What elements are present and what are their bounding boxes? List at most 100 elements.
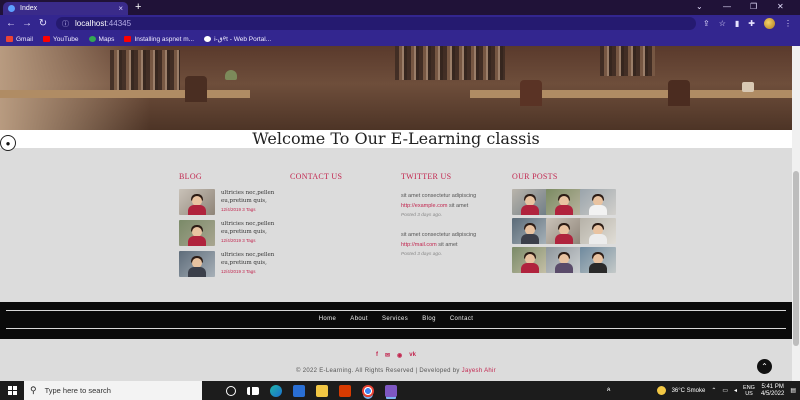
share-icon[interactable]: ⇪ xyxy=(703,17,710,30)
blog-item-tags[interactable]: 3 Tags xyxy=(242,269,255,274)
tweet-link[interactable]: http://mail.com xyxy=(401,242,437,248)
facebook-icon[interactable]: f xyxy=(376,352,378,359)
blog-item-title: ultricies nec,pellen eu,pretium quis, xyxy=(221,252,275,266)
blog-item[interactable]: ultricies nec,pellen eu,pretium quis, 12… xyxy=(179,220,281,246)
browser-tab-index[interactable]: Index × xyxy=(3,2,128,15)
volume-icon[interactable]: ◂ xyxy=(734,387,737,394)
sidebar-icon[interactable]: ▮ xyxy=(735,17,739,30)
chrome-icon[interactable] xyxy=(362,384,374,397)
chevron-up-icon[interactable]: ⌃ xyxy=(711,387,716,394)
weather-text[interactable]: 36°C Smoke xyxy=(672,388,706,394)
extensions-icon[interactable]: ✚ xyxy=(748,17,755,30)
dark-mode-toggle[interactable]: ● xyxy=(0,135,16,151)
weather-icon xyxy=(656,386,666,395)
toolbar-actions: ⇪ ☆ ▮ ✚ ⋮ xyxy=(703,17,792,30)
bookmark-web-portal[interactable]: i-ق୧t - Web Portal... xyxy=(204,35,271,44)
info-icon[interactable]: ⓘ xyxy=(62,19,69,29)
taskbar-search[interactable]: ⚲ Type here to search xyxy=(24,381,202,400)
portal-icon xyxy=(204,36,212,42)
posts-column: OUR POSTS xyxy=(512,172,558,181)
page-scrollbar[interactable] xyxy=(792,46,800,381)
close-window-button[interactable]: ✕ xyxy=(777,1,784,13)
post-thumbnail[interactable] xyxy=(580,247,616,273)
visual-studio-icon[interactable] xyxy=(385,384,397,397)
taskbar: ⚲ Type here to search ጰ 36°C Smoke ⌃ ▭ ◂… xyxy=(0,381,800,400)
rss-icon[interactable]: ◉ xyxy=(397,352,402,359)
blog-heading: BLOG xyxy=(179,172,202,181)
restore-button[interactable]: ❐ xyxy=(750,1,757,13)
post-thumbnail[interactable] xyxy=(512,247,548,273)
forward-icon[interactable]: → xyxy=(19,18,35,29)
mail-icon[interactable]: ✉ xyxy=(385,352,390,359)
footer-link-home[interactable]: Home xyxy=(319,316,337,322)
post-thumbnail[interactable] xyxy=(580,218,616,244)
tweet: sit amet consectetur adipiscing http://e… xyxy=(401,191,511,221)
start-button[interactable] xyxy=(0,381,24,400)
footer-link-contact[interactable]: Contact xyxy=(450,316,473,322)
notification-icon[interactable]: ▤ xyxy=(790,387,796,394)
bookmark-star-icon[interactable]: ☆ xyxy=(719,17,726,30)
address-bar[interactable]: ⓘ localhost :44345 xyxy=(56,17,696,30)
bookmark-installing-aspnet[interactable]: Installing aspnet m... xyxy=(124,36,194,43)
bookmark-youtube[interactable]: YouTube xyxy=(42,36,79,43)
blog-column: BLOG xyxy=(179,172,202,181)
bookmark-gmail[interactable]: Gmail xyxy=(6,36,33,43)
vk-icon[interactable]: vk xyxy=(409,352,416,359)
back-icon[interactable]: ← xyxy=(3,18,19,29)
menu-icon[interactable]: ⋮ xyxy=(784,17,792,30)
office-icon[interactable] xyxy=(339,384,351,397)
divider xyxy=(6,328,786,329)
store-icon[interactable] xyxy=(293,384,305,397)
language-indicator[interactable]: ENG US xyxy=(743,385,755,397)
clock[interactable]: 5:41 PM 4/5/2022 xyxy=(761,384,784,398)
url-port: :44345 xyxy=(106,19,132,28)
tab-title: Index xyxy=(20,5,38,12)
bookmark-label: i-ق୧t - Web Portal... xyxy=(214,35,272,43)
system-tray: ጰ 36°C Smoke ⌃ ▭ ◂ ENG US 5:41 PM 4/5/20… xyxy=(607,381,800,400)
people-icon[interactable]: ጰ xyxy=(607,387,611,394)
cortana-icon[interactable] xyxy=(226,385,236,396)
edge-icon[interactable] xyxy=(270,384,282,397)
new-tab-button[interactable]: + xyxy=(135,1,141,14)
tab-search-icon[interactable]: ⌄ xyxy=(696,1,703,13)
tweet-text: sit amet consectetur adipiscing xyxy=(401,232,477,238)
tweet-after-text: sit amet xyxy=(436,242,458,248)
blog-item[interactable]: ultricies nec,pellen eu,pretium quis, 12… xyxy=(179,189,281,215)
youtube-icon xyxy=(124,36,132,42)
reload-icon[interactable]: ↻ xyxy=(35,18,51,29)
author-link[interactable]: Jayesh Ahir xyxy=(462,368,496,374)
post-thumbnail[interactable] xyxy=(546,218,582,244)
blog-thumbnail xyxy=(179,220,215,246)
bookmark-maps[interactable]: Maps xyxy=(88,36,114,43)
post-thumbnail[interactable] xyxy=(512,218,548,244)
post-thumbnail[interactable] xyxy=(546,247,582,273)
file-explorer-icon[interactable] xyxy=(316,384,328,397)
contact-heading[interactable]: CONTACT US xyxy=(290,172,342,181)
post-thumbnail[interactable] xyxy=(580,189,616,215)
posts-heading: OUR POSTS xyxy=(512,172,558,181)
profile-avatar[interactable] xyxy=(764,18,775,29)
post-thumbnail[interactable] xyxy=(546,189,582,215)
tweet-text: sit amet consectetur adipiscing xyxy=(401,193,477,199)
blog-thumbnail xyxy=(179,189,215,215)
footer-nav: Home About Services Blog Contact xyxy=(0,316,792,322)
tweet-posted: Posted 3 days ago. xyxy=(401,213,443,218)
copyright: © 2022 E-Learning. All Rights Reserved |… xyxy=(0,368,792,374)
post-thumbnail[interactable] xyxy=(512,189,548,215)
social-links: f ✉ ◉ vk xyxy=(0,352,792,359)
clock-date: 4/5/2022 xyxy=(760,390,785,397)
footer-link-blog[interactable]: Blog xyxy=(422,316,436,322)
tweet-link[interactable]: http://example.com xyxy=(401,203,447,209)
blog-item-tags[interactable]: 3 Tags xyxy=(242,238,255,243)
minimize-button[interactable]: — xyxy=(723,1,731,13)
blog-item[interactable]: ultricies nec,pellen eu,pretium quis, 12… xyxy=(179,251,281,277)
task-view-icon[interactable] xyxy=(247,386,259,395)
close-tab-icon[interactable]: × xyxy=(118,4,123,13)
scroll-to-top-button[interactable]: ⌃ xyxy=(757,359,772,374)
blog-thumbnail xyxy=(179,251,215,277)
scrollbar-thumb[interactable] xyxy=(793,171,799,346)
network-icon[interactable]: ▭ xyxy=(722,387,728,394)
footer-link-services[interactable]: Services xyxy=(382,316,408,322)
blog-item-tags[interactable]: 3 Tags xyxy=(242,207,255,212)
footer-link-about[interactable]: About xyxy=(350,316,368,322)
